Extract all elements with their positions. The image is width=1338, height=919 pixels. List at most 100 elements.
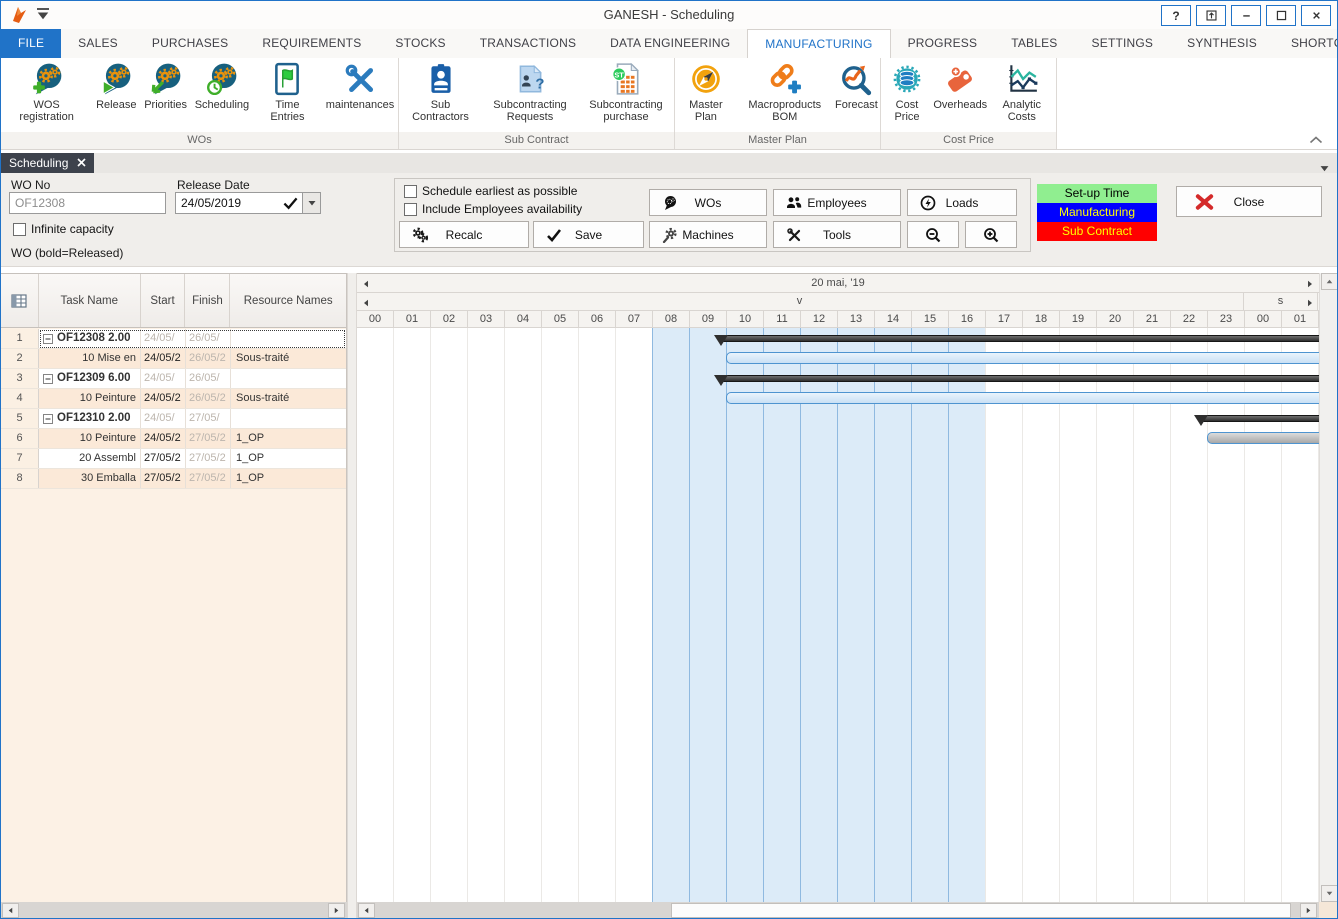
zoom-in-button[interactable] [965,221,1017,248]
ribbon-item-master-plan[interactable]: Master Plan [675,61,737,124]
menu-tab-stocks[interactable]: STOCKS [378,29,462,58]
menu-tab-progress[interactable]: PROGRESS [891,29,995,58]
gantt-scroll-left-icon[interactable] [358,903,375,918]
resource-cell: Sous-traité [231,349,346,368]
infinite-capacity-checkbox[interactable]: Infinite capacity [13,222,114,236]
column-header-start[interactable]: Start [141,274,186,327]
menu-tab-data-engineering[interactable]: DATA ENGINEERING [593,29,747,58]
ribbon-item-forecast[interactable]: Forecast [833,61,880,112]
release-date-dropdown-button[interactable] [303,192,321,214]
ribbon-item-overheads[interactable]: Overheads [933,61,988,112]
gantt-summary-bar[interactable] [1200,415,1319,422]
ribbon-item-release[interactable]: Release [92,61,140,112]
recalc-button[interactable]: Recalc [399,221,529,248]
wos-button[interactable]: WOs [649,189,767,216]
ribbon-item-subcontracting-purchase[interactable]: STSubcontracting purchase [578,61,674,124]
table-row[interactable]: 3OF12309 6.0024/05/26/05/ [1,369,346,389]
machines-button[interactable]: Machines [649,221,767,248]
ribbon-item-label: Overheads [933,99,987,111]
gantt-task-bar[interactable] [726,352,1319,364]
column-header-task-name[interactable]: Task Name [39,274,141,327]
gantt-summary-bar[interactable] [720,335,1319,342]
analytic-costs-icon [1005,62,1039,96]
tab-list-dropdown-icon[interactable] [1320,159,1329,166]
menu-tab-manufacturing[interactable]: MANUFACTURING [747,29,890,58]
table-horizontal-scrollbar[interactable] [1,902,347,919]
popout-button[interactable] [1196,5,1226,26]
menu-tab-settings[interactable]: SETTINGS [1075,29,1171,58]
include-employees-checkbox[interactable]: Include Employees availability [404,202,582,216]
ribbon-item-wos-registration[interactable]: WOS registration [1,61,92,124]
gantt-horizontal-scrollbar[interactable] [357,902,1319,919]
day-scroll-left-icon[interactable] [362,298,370,306]
master-plan-icon [689,62,723,96]
table-row[interactable]: 5OF12310 2.0024/05/27/05/ [1,409,346,429]
menu-tab-requirements[interactable]: REQUIREMENTS [245,29,378,58]
infinite-capacity-box[interactable] [13,223,26,236]
ribbon-item-cost-price[interactable]: Cost Price [881,61,933,124]
menu-tab-tables[interactable]: TABLES [994,29,1074,58]
help-button[interactable]: ? [1161,5,1191,26]
gantt-task-bar[interactable] [726,392,1319,404]
panel-splitter[interactable] [347,273,357,919]
week-scroll-right-icon[interactable] [1306,279,1314,287]
menu-tab-purchases[interactable]: PURCHASES [135,29,245,58]
ribbon-collapse-icon[interactable] [1309,131,1323,141]
table-row[interactable]: 610 Peinture24/05/227/05/21_OP [1,429,346,449]
employees-button[interactable]: Employees [773,189,901,216]
column-header-finish[interactable]: Finish [185,274,230,327]
table-row[interactable]: 410 Peinture24/05/226/05/2Sous-traité [1,389,346,409]
zoom-out-button[interactable] [907,221,959,248]
gantt-task-bar[interactable] [1207,432,1319,444]
schedule-earliest-checkbox[interactable]: Schedule earliest as possible [404,184,577,198]
menu-tab-sales[interactable]: SALES [61,29,135,58]
table-scroll-left-icon[interactable] [2,903,19,918]
tools-button[interactable]: Tools [773,221,901,248]
menu-tab-transactions[interactable]: TRANSACTIONS [463,29,593,58]
ribbon-item-time-entries[interactable]: Time Entries [253,61,322,124]
ribbon-item-subcontracting-requests[interactable]: ?Subcontracting Requests [482,61,578,124]
menu-tab-file[interactable]: FILE [1,29,61,58]
loads-button[interactable]: Loads [907,189,1017,216]
ribbon-item-maintenances[interactable]: maintenances [322,61,398,112]
column-header-resource-names[interactable]: Resource Names [230,274,346,327]
table-row[interactable]: 830 Emballa27/05/227/05/21_OP [1,469,346,489]
collapse-minus-icon[interactable] [43,374,53,384]
table-scroll-right-icon[interactable] [328,903,345,918]
close-button[interactable]: Close [1176,186,1322,217]
finish-date-cell: 26/05/ [186,369,231,388]
tab-close-icon[interactable] [77,154,86,173]
minimize-button[interactable] [1231,5,1261,26]
ribbon-item-priorities[interactable]: Priorities [140,61,191,112]
ribbon: WOS registrationReleasePrioritiesSchedul… [1,58,1337,150]
table-row[interactable]: 210 Mise en24/05/226/05/2Sous-traité [1,349,346,369]
table-row[interactable]: 1OF12308 2.0024/05/26/05/ [1,329,346,349]
wo-no-field[interactable] [9,192,166,214]
ribbon-item-analytic-costs[interactable]: Analytic Costs [988,61,1056,124]
include-employees-box[interactable] [404,203,417,216]
maximize-button[interactable] [1266,5,1296,26]
collapse-minus-icon[interactable] [43,414,53,424]
gantt-scrollbar-thumb[interactable] [671,903,1291,918]
ribbon-item-macroproducts-bom[interactable]: Macroproducts BOM [737,61,833,124]
gantt-summary-bar[interactable] [720,375,1319,382]
release-date-field[interactable]: 24/05/2019 [175,192,303,214]
tab-scheduling[interactable]: Scheduling [1,153,94,173]
wos-registration-icon [30,62,64,96]
ribbon-item-sub-contractors[interactable]: Sub Contractors [399,61,482,124]
collapse-minus-icon[interactable] [43,334,53,344]
save-button[interactable]: Save [533,221,644,248]
close-button[interactable] [1301,5,1331,26]
hour-cell: 14 [875,311,912,327]
gantt-scroll-right-icon[interactable] [1300,903,1317,918]
day-scroll-right-icon[interactable] [1306,298,1314,306]
gantt-vertical-scrollbar[interactable] [1319,273,1338,902]
scroll-up-icon[interactable] [1321,273,1338,290]
task-name-cell: 20 Assembl [39,449,141,468]
menu-tab-shortcuts[interactable]: SHORTCUTS [1274,29,1338,58]
menu-tab-synthesis[interactable]: SYNTHESIS [1170,29,1274,58]
table-row[interactable]: 720 Assembl27/05/227/05/21_OP [1,449,346,469]
schedule-earliest-box[interactable] [404,185,417,198]
scroll-down-icon[interactable] [1321,885,1338,902]
ribbon-item-scheduling[interactable]: Scheduling [191,61,253,112]
